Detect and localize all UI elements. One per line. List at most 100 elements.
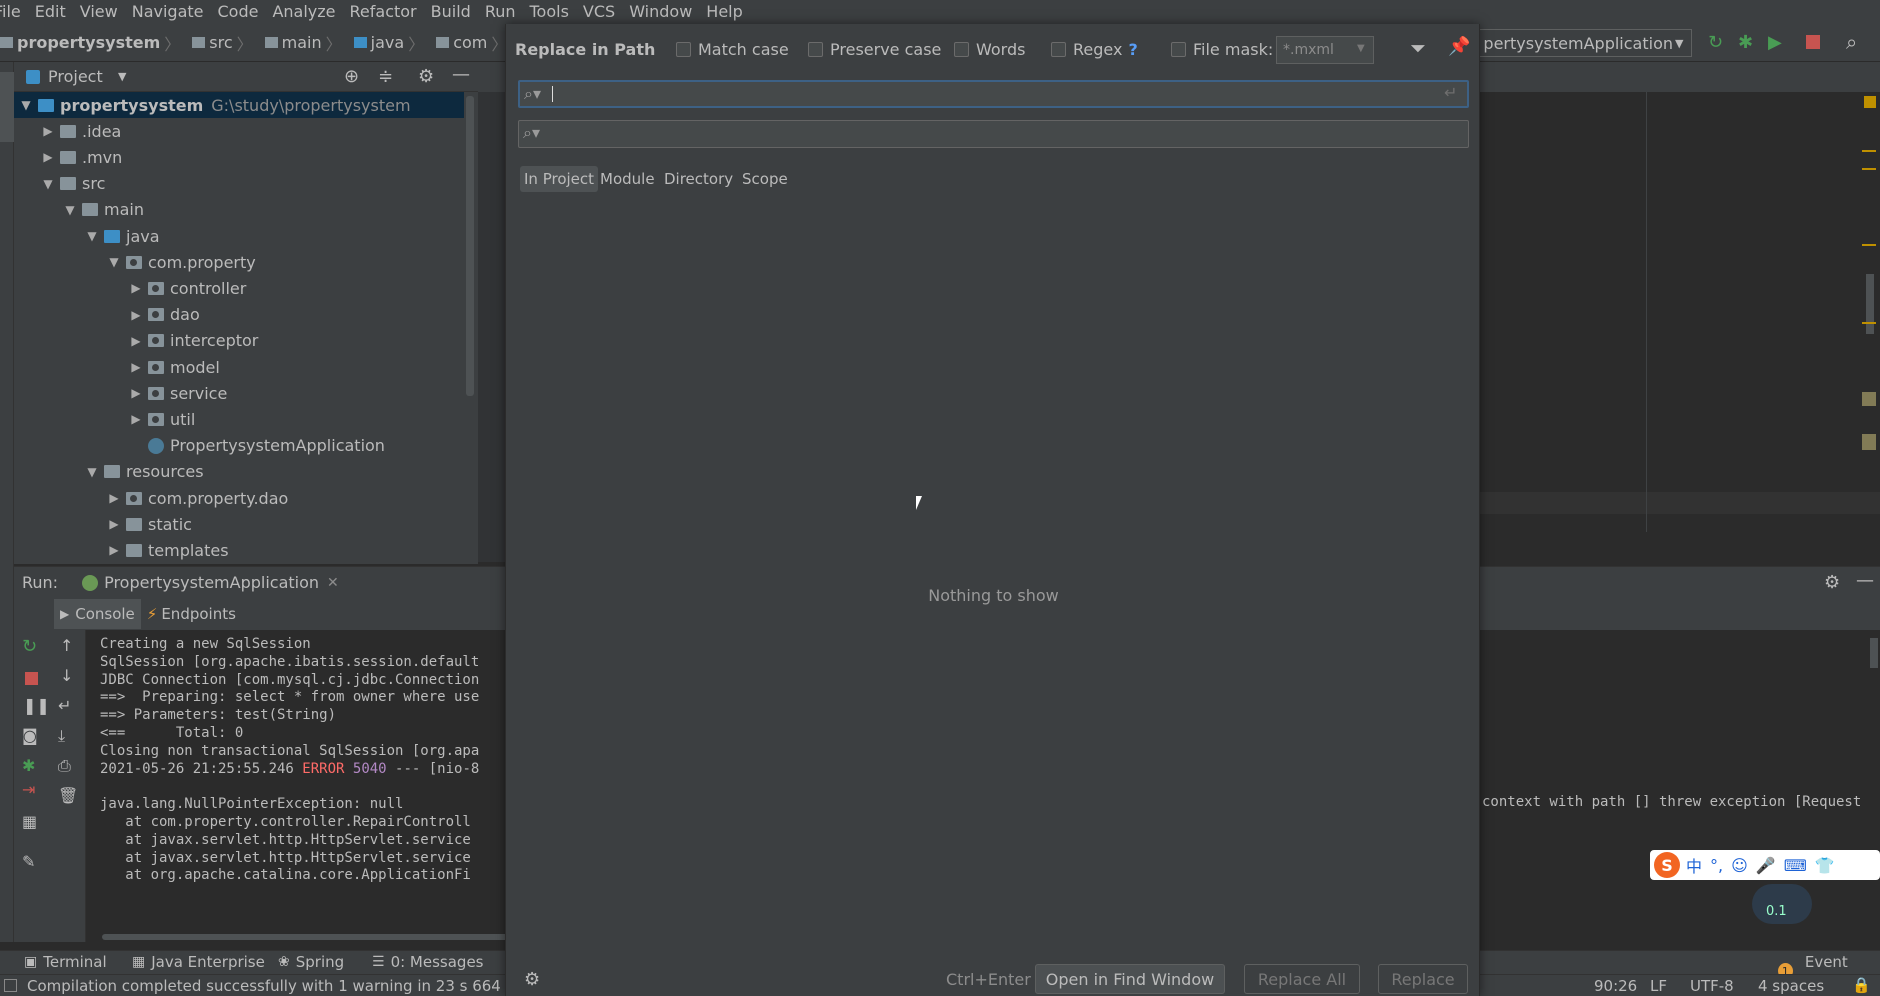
project-panel-title[interactable]: Project [48, 67, 103, 86]
tree-item-propertysystem[interactable]: ▼ propertysystem G:\study\propertysystem [14, 92, 464, 118]
file-mask-option[interactable]: File mask: [1171, 40, 1273, 59]
breadcrumb-item[interactable]: com 〉 [432, 31, 515, 55]
tab-console[interactable]: ▶ Console [54, 599, 141, 629]
file-mask-select[interactable]: *.mxml ▼ [1276, 36, 1374, 64]
warning-marker[interactable] [1864, 96, 1876, 108]
collapsed-icon[interactable]: ▶ [40, 124, 56, 138]
locate-icon[interactable]: ⊕ [344, 66, 359, 87]
menu-item-vcs[interactable]: VCS [576, 0, 622, 24]
tool-tab-terminal[interactable]: ▣ Terminal [24, 953, 113, 971]
words-option[interactable]: Words [954, 40, 1025, 59]
expanded-icon[interactable]: ▼ [18, 98, 34, 112]
replace-button[interactable]: Replace [1378, 964, 1468, 994]
menu-item-code[interactable]: Code [211, 0, 266, 24]
expanded-icon[interactable]: ▼ [106, 255, 122, 269]
tree-item-com-property-dao[interactable]: ▶ com.property.dao [14, 485, 464, 511]
tree-item-dao[interactable]: ▶ dao [14, 302, 464, 328]
rerun-icon[interactable]: ↻ [22, 636, 37, 657]
collapsed-icon[interactable]: ▶ [128, 281, 144, 295]
collapsed-icon[interactable]: ▶ [128, 412, 144, 426]
tree-item-java[interactable]: ▼ java [14, 223, 464, 249]
replace-field[interactable]: ⌕▾ [518, 120, 1469, 148]
error-stripe[interactable] [1862, 150, 1876, 152]
breadcrumb-item[interactable]: propertysystem 〉 [0, 31, 188, 55]
run-coverage-icon[interactable]: ▶ [1768, 32, 1782, 53]
tree-item-interceptor[interactable]: ▶ interceptor [14, 328, 464, 354]
punct-icon[interactable]: °, [1710, 856, 1723, 875]
exit-icon[interactable]: ⇥ [22, 780, 35, 799]
filter-icon[interactable]: ⏷ [1410, 36, 1426, 60]
mic-icon[interactable]: 🎤 [1756, 856, 1776, 875]
file-mask-checkbox[interactable] [1171, 42, 1186, 57]
camera-icon[interactable]: ◙ [22, 726, 38, 745]
keyboard-icon[interactable]: ⌨ [1784, 856, 1807, 875]
skin-icon[interactable]: 👕 [1815, 856, 1835, 875]
close-icon[interactable]: ✕ [327, 575, 339, 591]
preserve-case-checkbox[interactable] [808, 42, 823, 57]
menu-item-refactor[interactable]: Refactor [343, 0, 424, 24]
caret-position[interactable]: 90:26 [1594, 977, 1637, 995]
usage-marker[interactable] [1862, 434, 1876, 450]
open-in-find-window-button[interactable]: Open in Find Window [1035, 964, 1225, 994]
stop-icon[interactable] [1806, 35, 1820, 49]
tool-tab-java-enterprise[interactable]: ▦ Java Enterprise [132, 953, 271, 971]
replace-all-button[interactable]: Replace All [1244, 964, 1360, 994]
breadcrumb-item[interactable]: java 〉 [350, 31, 433, 55]
menu-item-tools[interactable]: Tools [523, 0, 576, 24]
tool-tab-0-messages[interactable]: ☰ 0: Messages [372, 953, 490, 971]
tree-item-propertysystemapplication[interactable]: PropertysystemApplication [14, 433, 464, 459]
scope-scope[interactable]: Scope [738, 166, 792, 192]
collapsed-icon[interactable]: ▶ [128, 334, 144, 348]
layout-icon[interactable]: ▦ [22, 812, 37, 831]
minimize-icon[interactable]: — [452, 64, 470, 85]
regex-help-link[interactable]: ? [1128, 40, 1137, 59]
collapsed-icon[interactable]: ▶ [128, 308, 144, 322]
run-config-selector[interactable]: PropertysystemApplication ▼ [1478, 29, 1692, 57]
menu-item-run[interactable]: Run [478, 0, 523, 24]
collapsed-icon[interactable]: ▶ [40, 150, 56, 164]
tab-endpoints[interactable]: ⚡ Endpoints [141, 599, 242, 629]
regex-checkbox[interactable] [1051, 42, 1066, 57]
collapsed-icon[interactable]: ▶ [106, 491, 122, 505]
gear-icon[interactable]: ⚙ [418, 66, 434, 87]
breadcrumb-item[interactable]: main 〉 [261, 31, 350, 55]
stop-icon[interactable] [25, 672, 38, 685]
menu-item-window[interactable]: Window [622, 0, 699, 24]
search-history-icon[interactable]: ⌕▾ [524, 84, 541, 104]
chevron-down-icon[interactable]: ▼ [118, 70, 126, 83]
tree-item-resources[interactable]: ▼ resources [14, 459, 464, 485]
collapsed-icon[interactable]: ▶ [128, 386, 144, 400]
menu-item-navigate[interactable]: Navigate [125, 0, 211, 24]
print-icon[interactable]: ⎙ [58, 756, 71, 776]
gear-icon[interactable]: ⚙ [1824, 572, 1840, 593]
menu-item-analyze[interactable]: Analyze [265, 0, 342, 24]
error-stripe[interactable] [1862, 322, 1876, 324]
tool-tab-spring[interactable]: ❀ Spring [278, 953, 350, 971]
match-case-option[interactable]: Match case [676, 40, 789, 59]
emoji-icon[interactable]: ☺ [1731, 856, 1748, 875]
error-stripe[interactable] [1862, 168, 1876, 170]
tree-item-model[interactable]: ▶ model [14, 354, 464, 380]
collapsed-icon[interactable]: ▶ [128, 360, 144, 374]
arrow-down-icon[interactable]: ↓ [60, 666, 73, 685]
console-scrollbar[interactable] [1870, 638, 1878, 668]
status-message[interactable]: Compilation completed successfully with … [27, 977, 528, 995]
usage-marker[interactable] [1862, 392, 1876, 406]
indent-setting[interactable]: 4 spaces [1758, 977, 1824, 995]
status-toggle-icon[interactable] [4, 979, 17, 992]
line-separator[interactable]: LF [1650, 977, 1667, 995]
menu-item-edit[interactable]: Edit [28, 0, 73, 24]
arrow-up-icon[interactable]: ↑ [60, 636, 73, 655]
newline-icon[interactable]: ↵ [1444, 83, 1457, 102]
tree-item-com-property[interactable]: ▼ com.property [14, 249, 464, 275]
run-tab-label[interactable]: PropertysystemApplication [104, 573, 319, 592]
scope-in-project[interactable]: In Project [520, 166, 599, 192]
menu-item-view[interactable]: View [73, 0, 125, 24]
match-case-checkbox[interactable] [676, 42, 691, 57]
tree-item-templates[interactable]: ▶ templates [14, 537, 464, 563]
rerun-icon[interactable]: ↻ [1708, 32, 1723, 53]
search-field[interactable]: ⌕▾ ↵ [518, 80, 1469, 108]
gear-icon[interactable]: ⚙ [524, 969, 540, 990]
tree-item-static[interactable]: ▶ static [14, 511, 464, 537]
scope-module[interactable]: Module [596, 166, 659, 192]
